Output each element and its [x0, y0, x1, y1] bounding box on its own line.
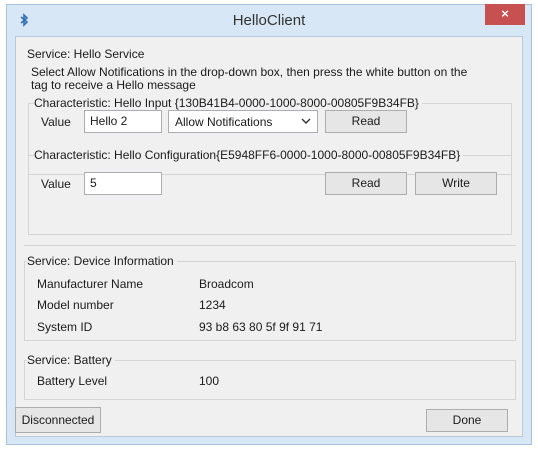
hello-config-header: Characteristic: Hello Configuration{E594… [34, 148, 464, 162]
battery-header: Service: Battery [27, 353, 115, 367]
hello-config-group [28, 155, 512, 235]
chevron-down-icon [301, 118, 311, 124]
done-button[interactable]: Done [426, 409, 508, 432]
client-area: Service: Hello Service Select Allow Noti… [15, 36, 523, 437]
instruction-line-2: tag to receive a Hello message [31, 78, 196, 92]
config-value-label: Value [41, 177, 71, 191]
config-write-button[interactable]: Write [415, 172, 497, 195]
battery-level-value: 100 [199, 374, 220, 388]
instruction-line-1: Select Allow Notifications in the drop-d… [31, 65, 468, 79]
system-id-label: System ID [37, 320, 93, 334]
disconnected-button[interactable]: Disconnected [15, 407, 101, 433]
config-read-button[interactable]: Read [325, 172, 407, 195]
app-window: HelloClient × Service: Hello Service Sel… [6, 4, 532, 445]
hello-input-header: Characteristic: Hello Input {130B41B4-00… [34, 96, 422, 110]
manufacturer-value: Broadcom [199, 277, 254, 291]
battery-level-label: Battery Level [37, 374, 108, 388]
hello-service-header: Service: Hello Service [27, 47, 145, 61]
device-info-header: Service: Device Information [27, 254, 177, 268]
input-value-label: Value [41, 115, 71, 129]
close-icon: × [501, 6, 509, 21]
model-number-value: 1234 [199, 298, 226, 312]
divider [24, 245, 516, 246]
close-button[interactable]: × [485, 4, 525, 25]
notifications-dropdown[interactable]: Allow Notifications [168, 110, 318, 133]
input-value-field[interactable]: Hello 2 [84, 110, 162, 133]
model-number-label: Model number [37, 298, 114, 312]
title-bar: HelloClient × [7, 4, 531, 35]
manufacturer-label: Manufacturer Name [37, 277, 144, 291]
input-read-button[interactable]: Read [325, 110, 407, 133]
window-title: HelloClient [232, 12, 306, 29]
config-value-field[interactable]: 5 [84, 172, 162, 195]
system-id-value: 93 b8 63 80 5f 9f 91 71 [199, 320, 323, 334]
dropdown-selected-value: Allow Notifications [175, 115, 273, 129]
